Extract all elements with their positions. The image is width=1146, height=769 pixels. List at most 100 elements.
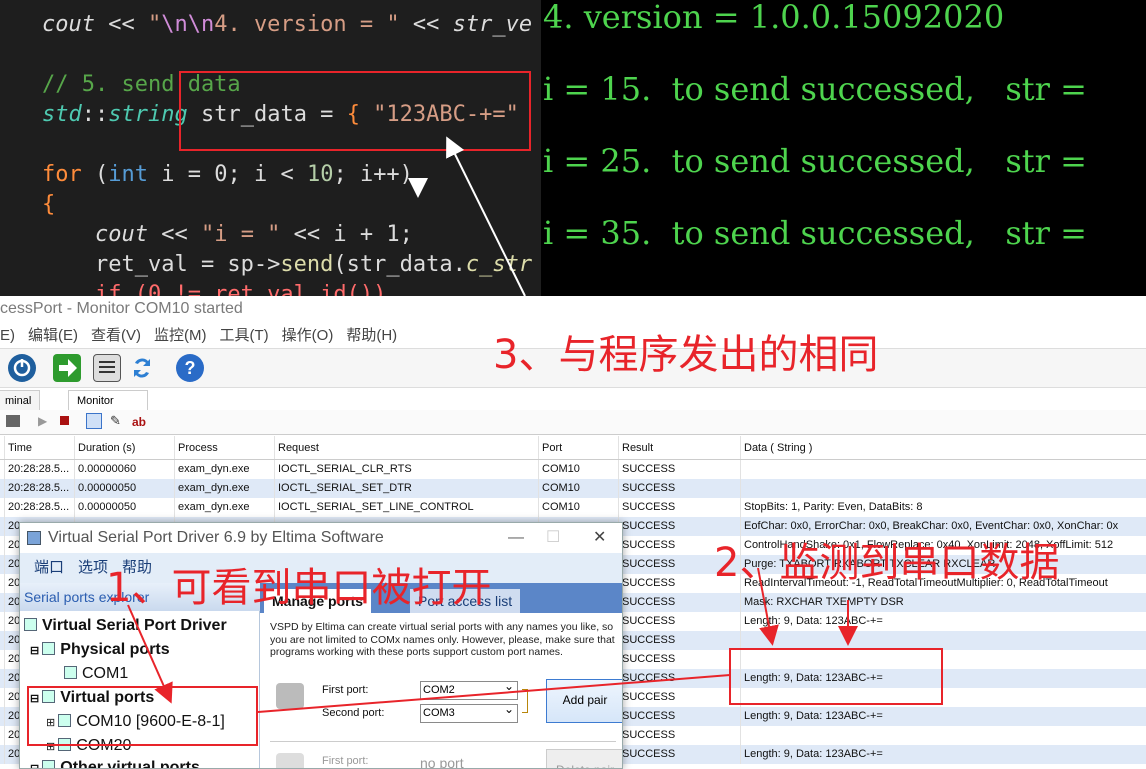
code-token: i = 0; i < [148,162,307,187]
stop-icon[interactable] [60,416,69,425]
code-token: \n\n [161,12,215,37]
table-cell: SUCCESS [618,745,740,764]
data-highlight-box [729,648,943,705]
column-header[interactable]: Duration (s) [74,436,174,459]
maximize-icon[interactable]: ☐ [546,523,560,553]
first-port-select[interactable]: COM2 [420,678,518,700]
menu-item[interactable]: 工具(T) [220,327,269,344]
com10-highlight-box [27,686,258,746]
column-header[interactable]: Port [538,436,618,459]
column-header[interactable]: Data ( String ) [740,436,1146,459]
code-token: send [280,252,334,277]
column-header[interactable]: Process [174,436,274,459]
play-icon[interactable]: ▶ [38,414,47,428]
code-token: std [42,102,82,127]
table-cell: SUCCESS [618,726,740,745]
table-cell: SUCCESS [618,631,740,650]
vspd-title: Virtual Serial Port Driver 6.9 by Eltima… [20,523,622,553]
pair-ports-icon-disabled [276,753,304,768]
pair-separator [270,741,616,742]
code-token: 10 [306,162,334,187]
tree-physical-ports[interactable]: ⊟ Physical ports [30,639,170,662]
table-cell: 0.00000050 [74,479,174,498]
code-token: << [399,12,453,37]
table-cell [740,460,1146,479]
code-token: << [94,12,148,37]
table-cell [740,726,1146,745]
table-cell: Mask: RXCHAR TXEMPTY DSR [740,593,1146,612]
column-header[interactable]: Request [274,436,538,459]
tab-terminal[interactable]: minal [0,390,41,410]
go-arrow-icon[interactable] [53,354,81,382]
code-token: string [108,102,188,127]
collapse-icon[interactable]: ⊟ [30,645,42,657]
refresh-icon[interactable] [128,354,156,382]
table-cell: Length: 9, Data: 123ABC-+= [740,707,1146,726]
table-cell: COM10 [538,479,618,498]
tab-bar: minal Monitor [0,388,1146,410]
code-token: c_str [465,252,533,277]
menu-item[interactable]: 帮助(H) [346,327,397,344]
console-output: 4. version = 1.0.0.15092020 i = 15. to se… [541,0,1146,296]
code-line[interactable]: for (int i = 0; i < 10; i++) [42,160,413,190]
collapse-icon[interactable]: ⊟ [30,763,42,768]
code-token: cout [42,12,95,37]
menu-item[interactable]: E) [0,327,15,344]
help-icon[interactable]: ? [176,354,204,382]
port-group-icon [42,760,56,768]
edit-icon[interactable]: ✎ [110,413,121,429]
vspd-menu-item[interactable]: 端口 [34,559,64,576]
power-icon[interactable] [8,354,36,382]
table-row[interactable]: 20:28:28.5... 0.00000050 exam_dyn.exe IOCTL… [0,479,1146,498]
table-cell: IOCTL_SERIAL_SET_DTR [274,479,538,498]
window-title: cessPort - Monitor COM10 started [0,300,243,317]
add-pair-button[interactable]: Add pair [546,679,622,723]
console-line: i = 35. to send successed, str = [543,214,1098,252]
close-icon[interactable]: ✕ [593,523,606,553]
code-token: ret_val = sp-> [42,252,281,277]
column-header[interactable]: Time [4,436,74,459]
menu-item[interactable]: 查看(V) [91,327,141,344]
string-view-toggle[interactable]: ab [132,415,146,429]
note-data-monitored: 2、监测到串口数据 [714,540,1060,586]
table-cell: SUCCESS [618,498,740,517]
menu-item[interactable]: 编辑(E) [28,327,78,344]
table-cell: SUCCESS [618,460,740,479]
column-header[interactable]: Result [618,436,740,459]
table-cell: IOCTL_SERIAL_SET_LINE_CONTROL [274,498,538,517]
tab-monitor[interactable]: Monitor [68,390,148,410]
connect-icon[interactable] [6,415,20,427]
note-port-opened: 1、可看到串口被打开 [106,565,492,611]
table-cell: Length: 9, Data: 123ABC-+= [740,612,1146,631]
table-cell: COM10 [538,498,618,517]
vspd-menu-item[interactable]: 选项 [78,559,108,576]
tree-other-ports[interactable]: ⊟ Other virtual ports [30,757,200,768]
code-line[interactable]: { [42,190,55,220]
code-token: "i = " [200,222,281,247]
table-header: Time Duration (s) Process Request Port Result… [0,436,1146,460]
menu-item[interactable]: 操作(O) [282,327,334,344]
table-cell: SUCCESS [618,707,740,726]
code-line[interactable]: cout << "i = " << i + 1; [42,220,413,250]
minimize-icon[interactable]: — [508,523,524,553]
document-icon[interactable] [93,354,121,382]
menu-item[interactable]: 监控(M) [154,327,207,344]
table-cell: StopBits: 1, Parity: Even, DataBits: 8 [740,498,1146,517]
view-grid-icon[interactable] [86,413,102,429]
table-row[interactable]: 20:28:28.5... 0.00000060 exam_dyn.exe IOCTL… [0,460,1146,479]
table-row[interactable]: 20:28:28.5... 0.00000050 exam_dyn.exe IOCTL… [0,498,1146,517]
second-port-select[interactable]: COM3 [420,701,518,723]
table-cell: SUCCESS [618,593,740,612]
delete-pair-button[interactable]: Delete pair [546,749,622,768]
table-cell: SUCCESS [618,650,740,669]
table-cell: exam_dyn.exe [174,479,274,498]
tree-root[interactable]: Virtual Serial Port Driver [24,615,227,637]
tree-com1[interactable]: COM1 [64,663,128,685]
code-token: ( [81,162,109,187]
code-line[interactable]: if (0 != ret_val.id()) [42,280,386,296]
code-line[interactable]: ret_val = sp->send(str_data.c_str [42,250,532,280]
monitor-toolbar: ▶ ✎ ab [0,410,1146,435]
table-cell: 0.00000060 [74,460,174,479]
vspd-app-icon [27,531,41,545]
code-line[interactable]: cout << "\n\n4. version = " << str_ve [42,10,532,40]
